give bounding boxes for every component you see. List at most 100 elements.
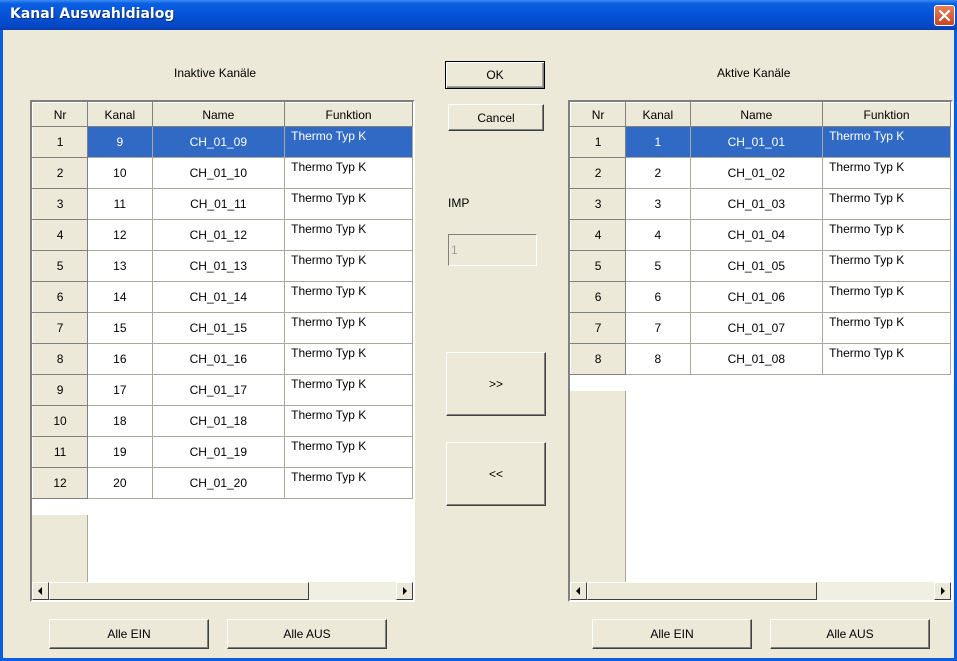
cell-name[interactable]: CH_01_20 — [151, 467, 286, 499]
table-row[interactable]: 3 11 CH_01_11 Thermo Typ K — [32, 188, 413, 220]
title-bar[interactable]: Kanal Auswahldialog — [0, 0, 957, 30]
cell-name[interactable]: CH_01_06 — [689, 281, 824, 313]
header-kanal[interactable]: Kanal — [87, 102, 153, 127]
cell-name[interactable]: CH_01_10 — [151, 157, 286, 189]
cell-nr[interactable]: 12 — [32, 467, 89, 499]
cell-nr[interactable]: 7 — [32, 312, 89, 344]
cell-kanal[interactable]: 5 — [625, 250, 691, 282]
inactive-scroll-thumb[interactable] — [49, 582, 309, 600]
cell-funktion[interactable]: Thermo Typ K — [284, 467, 413, 499]
cell-nr[interactable]: 4 — [570, 219, 627, 251]
cell-nr[interactable]: 4 — [32, 219, 89, 251]
header-name[interactable]: Name — [689, 102, 824, 127]
header-nr[interactable]: Nr — [32, 102, 89, 127]
table-row[interactable]: 6 6 CH_01_06 Thermo Typ K — [570, 281, 951, 313]
cell-funktion[interactable]: Thermo Typ K — [284, 405, 413, 437]
cell-kanal[interactable]: 18 — [87, 405, 153, 437]
cell-name[interactable]: CH_01_03 — [689, 188, 824, 220]
cancel-button[interactable]: Cancel — [448, 104, 544, 131]
cell-nr[interactable]: 7 — [570, 312, 627, 344]
cell-funktion[interactable]: Thermo Typ K — [822, 281, 951, 313]
cell-funktion[interactable]: Thermo Typ K — [284, 157, 413, 189]
cell-nr[interactable]: 6 — [570, 281, 627, 313]
move-left-button[interactable]: << — [446, 442, 546, 506]
table-row[interactable]: 5 13 CH_01_13 Thermo Typ K — [32, 250, 413, 282]
header-kanal[interactable]: Kanal — [625, 102, 691, 127]
active-hscrollbar[interactable] — [570, 582, 951, 600]
header-funktion[interactable]: Funktion — [284, 102, 413, 127]
inactive-all-off-button[interactable]: Alle AUS — [227, 619, 387, 649]
cell-funktion[interactable]: Thermo Typ K — [284, 312, 413, 344]
table-row[interactable]: 2 2 CH_01_02 Thermo Typ K — [570, 157, 951, 189]
active-scroll-thumb[interactable] — [587, 582, 817, 600]
ok-button[interactable]: OK — [445, 61, 545, 89]
table-row[interactable]: 8 8 CH_01_08 Thermo Typ K — [570, 343, 951, 375]
cell-name[interactable]: CH_01_07 — [689, 312, 824, 344]
header-name[interactable]: Name — [151, 102, 286, 127]
table-row[interactable]: 7 7 CH_01_07 Thermo Typ K — [570, 312, 951, 344]
cell-funktion[interactable]: Thermo Typ K — [284, 126, 413, 158]
inactive-scroll-left-button[interactable] — [32, 582, 49, 600]
table-row[interactable]: 1 1 CH_01_01 Thermo Typ K — [570, 126, 951, 158]
cell-funktion[interactable]: Thermo Typ K — [822, 312, 951, 344]
cell-nr[interactable]: 11 — [32, 436, 89, 468]
move-right-button[interactable]: >> — [446, 352, 546, 416]
imp-field[interactable] — [448, 234, 537, 266]
active-scroll-right-button[interactable] — [934, 582, 951, 600]
table-row[interactable]: 9 17 CH_01_17 Thermo Typ K — [32, 374, 413, 406]
cell-kanal[interactable]: 9 — [87, 126, 153, 158]
header-funktion[interactable]: Funktion — [822, 102, 951, 127]
cell-kanal[interactable]: 15 — [87, 312, 153, 344]
cell-nr[interactable]: 9 — [32, 374, 89, 406]
inactive-scroll-right-button[interactable] — [396, 582, 413, 600]
table-row[interactable]: 8 16 CH_01_16 Thermo Typ K — [32, 343, 413, 375]
cell-nr[interactable]: 2 — [570, 157, 627, 189]
cell-kanal[interactable]: 20 — [87, 467, 153, 499]
cell-kanal[interactable]: 7 — [625, 312, 691, 344]
table-row[interactable]: 10 18 CH_01_18 Thermo Typ K — [32, 405, 413, 437]
cell-kanal[interactable]: 1 — [625, 126, 691, 158]
table-row[interactable]: 7 15 CH_01_15 Thermo Typ K — [32, 312, 413, 344]
cell-name[interactable]: CH_01_15 — [151, 312, 286, 344]
cell-funktion[interactable]: Thermo Typ K — [822, 126, 951, 158]
cell-name[interactable]: CH_01_05 — [689, 250, 824, 282]
cell-nr[interactable]: 5 — [570, 250, 627, 282]
cell-kanal[interactable]: 6 — [625, 281, 691, 313]
table-row[interactable]: 4 4 CH_01_04 Thermo Typ K — [570, 219, 951, 251]
cell-funktion[interactable]: Thermo Typ K — [284, 250, 413, 282]
cell-kanal[interactable]: 8 — [625, 343, 691, 375]
cell-nr[interactable]: 3 — [32, 188, 89, 220]
cell-funktion[interactable]: Thermo Typ K — [284, 343, 413, 375]
cell-kanal[interactable]: 3 — [625, 188, 691, 220]
active-all-off-button[interactable]: Alle AUS — [770, 619, 930, 649]
active-scroll-left-button[interactable] — [570, 582, 587, 600]
inactive-hscrollbar[interactable] — [32, 582, 413, 600]
cell-name[interactable]: CH_01_17 — [151, 374, 286, 406]
cell-funktion[interactable]: Thermo Typ K — [822, 188, 951, 220]
cell-kanal[interactable]: 14 — [87, 281, 153, 313]
table-row[interactable]: 5 5 CH_01_05 Thermo Typ K — [570, 250, 951, 282]
cell-kanal[interactable]: 17 — [87, 374, 153, 406]
cell-name[interactable]: CH_01_08 — [689, 343, 824, 375]
cell-name[interactable]: CH_01_18 — [151, 405, 286, 437]
cell-kanal[interactable]: 4 — [625, 219, 691, 251]
cell-name[interactable]: CH_01_04 — [689, 219, 824, 251]
cell-name[interactable]: CH_01_19 — [151, 436, 286, 468]
cell-nr[interactable]: 5 — [32, 250, 89, 282]
close-button[interactable] — [934, 5, 955, 26]
table-row[interactable]: 4 12 CH_01_12 Thermo Typ K — [32, 219, 413, 251]
cell-kanal[interactable]: 16 — [87, 343, 153, 375]
active-channels-grid[interactable]: Nr Kanal Name Funktion 1 1 CH_01_01 Thermo Typ … — [568, 100, 953, 602]
cell-nr[interactable]: 8 — [570, 343, 627, 375]
table-row[interactable]: 6 14 CH_01_14 Thermo Typ K — [32, 281, 413, 313]
cell-kanal[interactable]: 19 — [87, 436, 153, 468]
cell-nr[interactable]: 1 — [32, 126, 89, 158]
table-row[interactable]: 1 9 CH_01_09 Thermo Typ K — [32, 126, 413, 158]
cell-name[interactable]: CH_01_16 — [151, 343, 286, 375]
cell-nr[interactable]: 10 — [32, 405, 89, 437]
cell-funktion[interactable]: Thermo Typ K — [284, 188, 413, 220]
cell-funktion[interactable]: Thermo Typ K — [822, 343, 951, 375]
cell-nr[interactable]: 6 — [32, 281, 89, 313]
cell-name[interactable]: CH_01_14 — [151, 281, 286, 313]
cell-kanal[interactable]: 2 — [625, 157, 691, 189]
